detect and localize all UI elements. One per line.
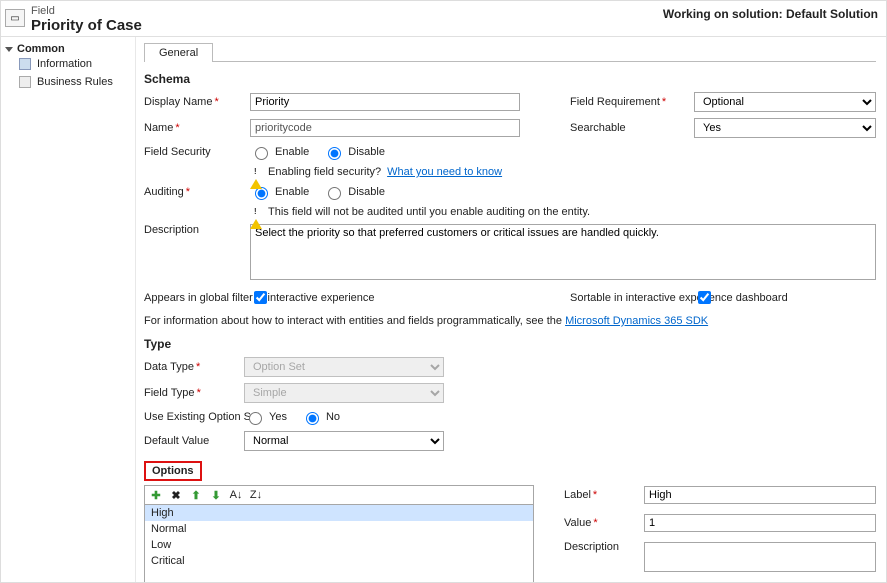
description-textarea[interactable] [250, 224, 876, 280]
label-sortable-dashboard: Sortable in interactive experience dashb… [570, 292, 688, 304]
label-option-label: Label* [564, 489, 644, 501]
move-up-button[interactable]: ⬆ [189, 488, 203, 502]
label-description: Description [144, 224, 244, 236]
move-down-button[interactable]: ⬇ [209, 488, 223, 502]
label-field-security: Field Security [144, 146, 244, 158]
warning-icon [250, 207, 262, 217]
option-value-input[interactable] [644, 514, 876, 532]
sort-desc-button[interactable]: Z↓ [249, 488, 263, 502]
rules-icon [19, 76, 31, 88]
data-type-select: Option Set [244, 357, 444, 377]
list-item[interactable]: Critical [145, 553, 533, 569]
label-use-existing-option-set: Use Existing Option Set [144, 411, 244, 423]
searchable-select[interactable]: Yes [694, 118, 876, 138]
sidebar-item-business-rules[interactable]: Business Rules [5, 73, 131, 91]
chevron-down-icon [5, 47, 13, 52]
label-field-type: Field Type* [144, 387, 244, 399]
label-option-value: Value* [564, 517, 644, 529]
fs-warning-text: Enabling field security? [268, 166, 381, 178]
option-label-input[interactable] [644, 486, 876, 504]
fs-warning-link[interactable]: What you need to know [387, 166, 502, 178]
list-item[interactable]: Normal [145, 521, 533, 537]
page-icon [19, 58, 31, 70]
header-kicker: Field [31, 5, 142, 17]
sidebar-item-label: Business Rules [37, 76, 113, 88]
options-listbox[interactable]: High Normal Low Critical [144, 504, 534, 582]
use-existing-yes-radio[interactable]: Yes [244, 409, 287, 425]
label-auditing: Auditing* [144, 186, 244, 198]
sort-asc-button[interactable]: A↓ [229, 488, 243, 502]
default-value-select[interactable]: Normal [244, 431, 444, 451]
solution-label: Working on solution: Default Solution [663, 5, 878, 21]
sdk-link[interactable]: Microsoft Dynamics 365 SDK [565, 315, 708, 327]
section-options: Options [144, 461, 202, 481]
name-input [250, 119, 520, 137]
list-item[interactable]: Low [145, 537, 533, 553]
label-option-description: Description [564, 541, 644, 553]
add-option-button[interactable]: ✚ [149, 488, 163, 502]
auditing-warning-text: This field will not be audited until you… [268, 206, 590, 218]
label-name: Name* [144, 122, 244, 134]
section-type: Type [144, 337, 876, 351]
tabs: General [144, 43, 876, 62]
field-requirement-select[interactable]: Optional [694, 92, 876, 112]
label-appears-global-filter: Appears in global filter in interactive … [144, 292, 244, 304]
sidebar-item-information[interactable]: Information [5, 55, 131, 73]
sidebar-item-label: Information [37, 58, 92, 70]
auditing-disable-radio[interactable]: Disable [323, 184, 385, 200]
display-name-input[interactable] [250, 93, 520, 111]
sidebar-group-common[interactable]: Common [5, 43, 131, 55]
list-item[interactable]: High [145, 505, 533, 521]
tab-general[interactable]: General [144, 43, 213, 62]
delete-option-button[interactable]: ✖ [169, 488, 183, 502]
sidebar-group-label: Common [17, 43, 65, 55]
appears-global-filter-checkbox[interactable] [254, 291, 267, 304]
field-security-enable-radio[interactable]: Enable [250, 144, 309, 160]
label-searchable: Searchable [570, 122, 688, 134]
use-existing-no-radio[interactable]: No [301, 409, 340, 425]
sidebar: Common Information Business Rules [1, 37, 136, 582]
page-title: Priority of Case [31, 17, 142, 34]
option-description-textarea[interactable] [644, 542, 876, 572]
field-security-disable-radio[interactable]: Disable [323, 144, 385, 160]
label-field-requirement: Field Requirement* [570, 96, 688, 108]
sdk-info-row: For information about how to interact wi… [144, 315, 876, 327]
section-schema: Schema [144, 72, 876, 86]
window-header: ▭ Field Priority of Case Working on solu… [1, 1, 886, 37]
options-toolbar: ✚ ✖ ⬆ ⬇ A↓ Z↓ [144, 485, 534, 504]
warning-icon [250, 167, 262, 177]
label-default-value: Default Value [144, 435, 244, 447]
entity-icon: ▭ [5, 9, 25, 27]
sortable-dashboard-checkbox[interactable] [698, 291, 711, 304]
label-display-name: Display Name* [144, 96, 244, 108]
field-type-select: Simple [244, 383, 444, 403]
label-data-type: Data Type* [144, 361, 244, 373]
